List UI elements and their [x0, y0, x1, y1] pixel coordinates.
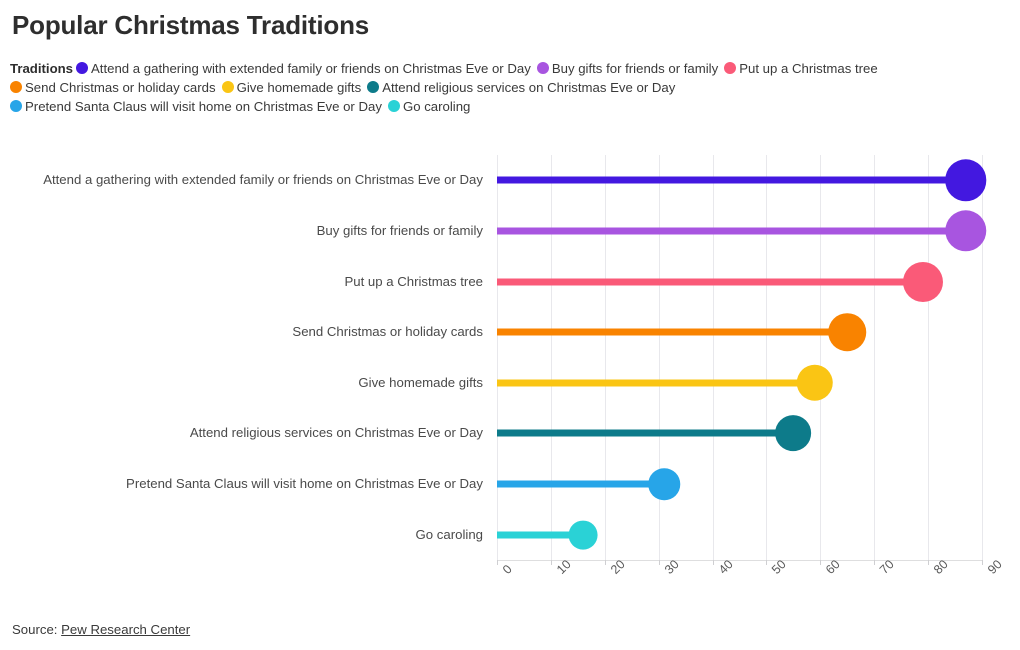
lollipop-stem	[497, 328, 848, 336]
chart-plot: Attend a gathering with extended family …	[0, 0, 1020, 650]
x-gridline	[928, 155, 930, 560]
x-tick-mark	[928, 560, 930, 565]
lollipop-marker[interactable]	[796, 364, 834, 402]
lollipop-stem	[497, 379, 815, 387]
x-tick-label: 0	[500, 562, 515, 577]
x-axis-line	[497, 560, 983, 561]
x-gridline	[712, 155, 714, 560]
y-axis-labels: Attend a gathering with extended family …	[0, 155, 489, 560]
y-axis-label: Put up a Christmas tree	[344, 273, 483, 289]
x-gridline	[604, 155, 606, 560]
y-axis-label: Send Christmas or holiday cards	[292, 324, 483, 340]
lollipop-marker[interactable]	[902, 261, 943, 302]
y-axis-label: Buy gifts for friends or family	[316, 222, 483, 238]
x-tick-mark	[497, 560, 498, 565]
lollipop-stem	[497, 278, 923, 286]
lollipop-marker[interactable]	[775, 415, 812, 452]
x-tick-mark	[766, 560, 768, 565]
x-gridline	[550, 155, 552, 560]
x-tick-mark	[658, 560, 660, 565]
x-tick-mark	[874, 560, 876, 565]
x-tick-mark	[604, 560, 606, 565]
x-tick-mark	[982, 560, 983, 565]
source-prefix: Source:	[12, 622, 62, 637]
y-axis-label: Go caroling	[415, 526, 483, 542]
x-gridline	[874, 155, 876, 560]
x-gridline	[766, 155, 768, 560]
x-tick-mark	[712, 560, 714, 565]
y-axis-label: Give homemade gifts	[358, 374, 483, 390]
source-link[interactable]: Pew Research Center	[61, 622, 190, 637]
lollipop-marker[interactable]	[945, 210, 987, 252]
x-gridline	[820, 155, 822, 560]
y-axis-label: Attend a gathering with extended family …	[43, 172, 483, 188]
lollipop-stem	[497, 176, 966, 184]
lollipop-stem	[497, 227, 966, 235]
x-tick-label: 90	[985, 557, 1005, 577]
x-tick-mark	[820, 560, 822, 565]
source-note: Source: Pew Research Center	[12, 622, 190, 637]
lollipop-marker[interactable]	[828, 313, 867, 351]
lollipop-marker[interactable]	[945, 159, 987, 202]
y-axis-label: Pretend Santa Claus will visit home on C…	[126, 476, 483, 492]
x-gridline	[982, 155, 983, 560]
x-tick-mark	[550, 560, 552, 565]
lollipop-marker[interactable]	[648, 468, 680, 500]
lollipop-stem	[497, 480, 665, 488]
lollipop-marker[interactable]	[568, 520, 598, 550]
lollipop-stem	[497, 429, 794, 437]
plot-area: 0 10 20 30 40 50 60 70 80 90	[497, 155, 1005, 577]
y-axis-label: Attend religious services on Christmas E…	[189, 425, 483, 441]
x-gridline	[497, 155, 498, 560]
